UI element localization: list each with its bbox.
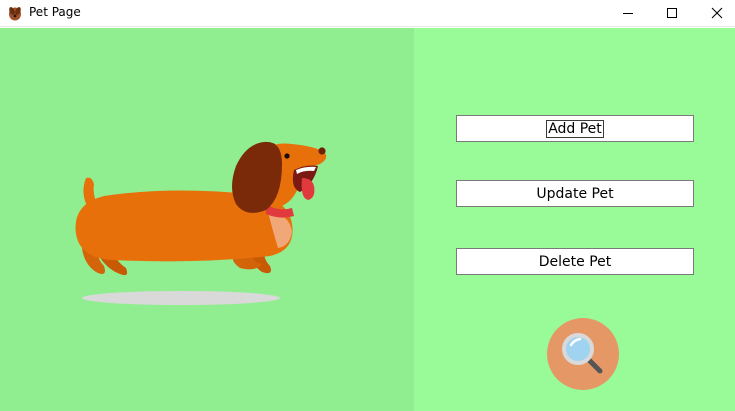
update-pet-button[interactable]: Update Pet xyxy=(456,180,694,207)
add-pet-label: Add Pet xyxy=(546,119,604,138)
window-content: Add Pet Update Pet Delete Pet xyxy=(0,28,735,411)
delete-pet-button[interactable]: Delete Pet xyxy=(456,248,694,275)
dachshund-illustration xyxy=(75,141,327,305)
close-button[interactable] xyxy=(694,0,735,26)
dog-shadow xyxy=(82,291,280,305)
pet-dog-icon xyxy=(6,4,24,22)
minimize-button[interactable] xyxy=(605,0,651,26)
dog-eye xyxy=(284,153,290,159)
maximize-icon xyxy=(666,7,678,19)
search-button[interactable] xyxy=(547,318,619,390)
dog-nose xyxy=(318,147,326,155)
title-bar: Pet Page xyxy=(0,0,735,27)
actions-panel: Add Pet Update Pet Delete Pet xyxy=(414,28,735,411)
dog-tongue xyxy=(301,178,315,200)
update-pet-label: Update Pet xyxy=(536,185,614,202)
window-title: Pet Page xyxy=(29,5,81,19)
magnifier-icon xyxy=(562,333,603,374)
add-pet-button[interactable]: Add Pet xyxy=(456,115,694,142)
delete-pet-label: Delete Pet xyxy=(538,253,612,270)
close-icon xyxy=(711,7,723,19)
illustration-panel xyxy=(0,28,414,411)
minimize-icon xyxy=(622,7,634,19)
maximize-button[interactable] xyxy=(649,0,695,26)
